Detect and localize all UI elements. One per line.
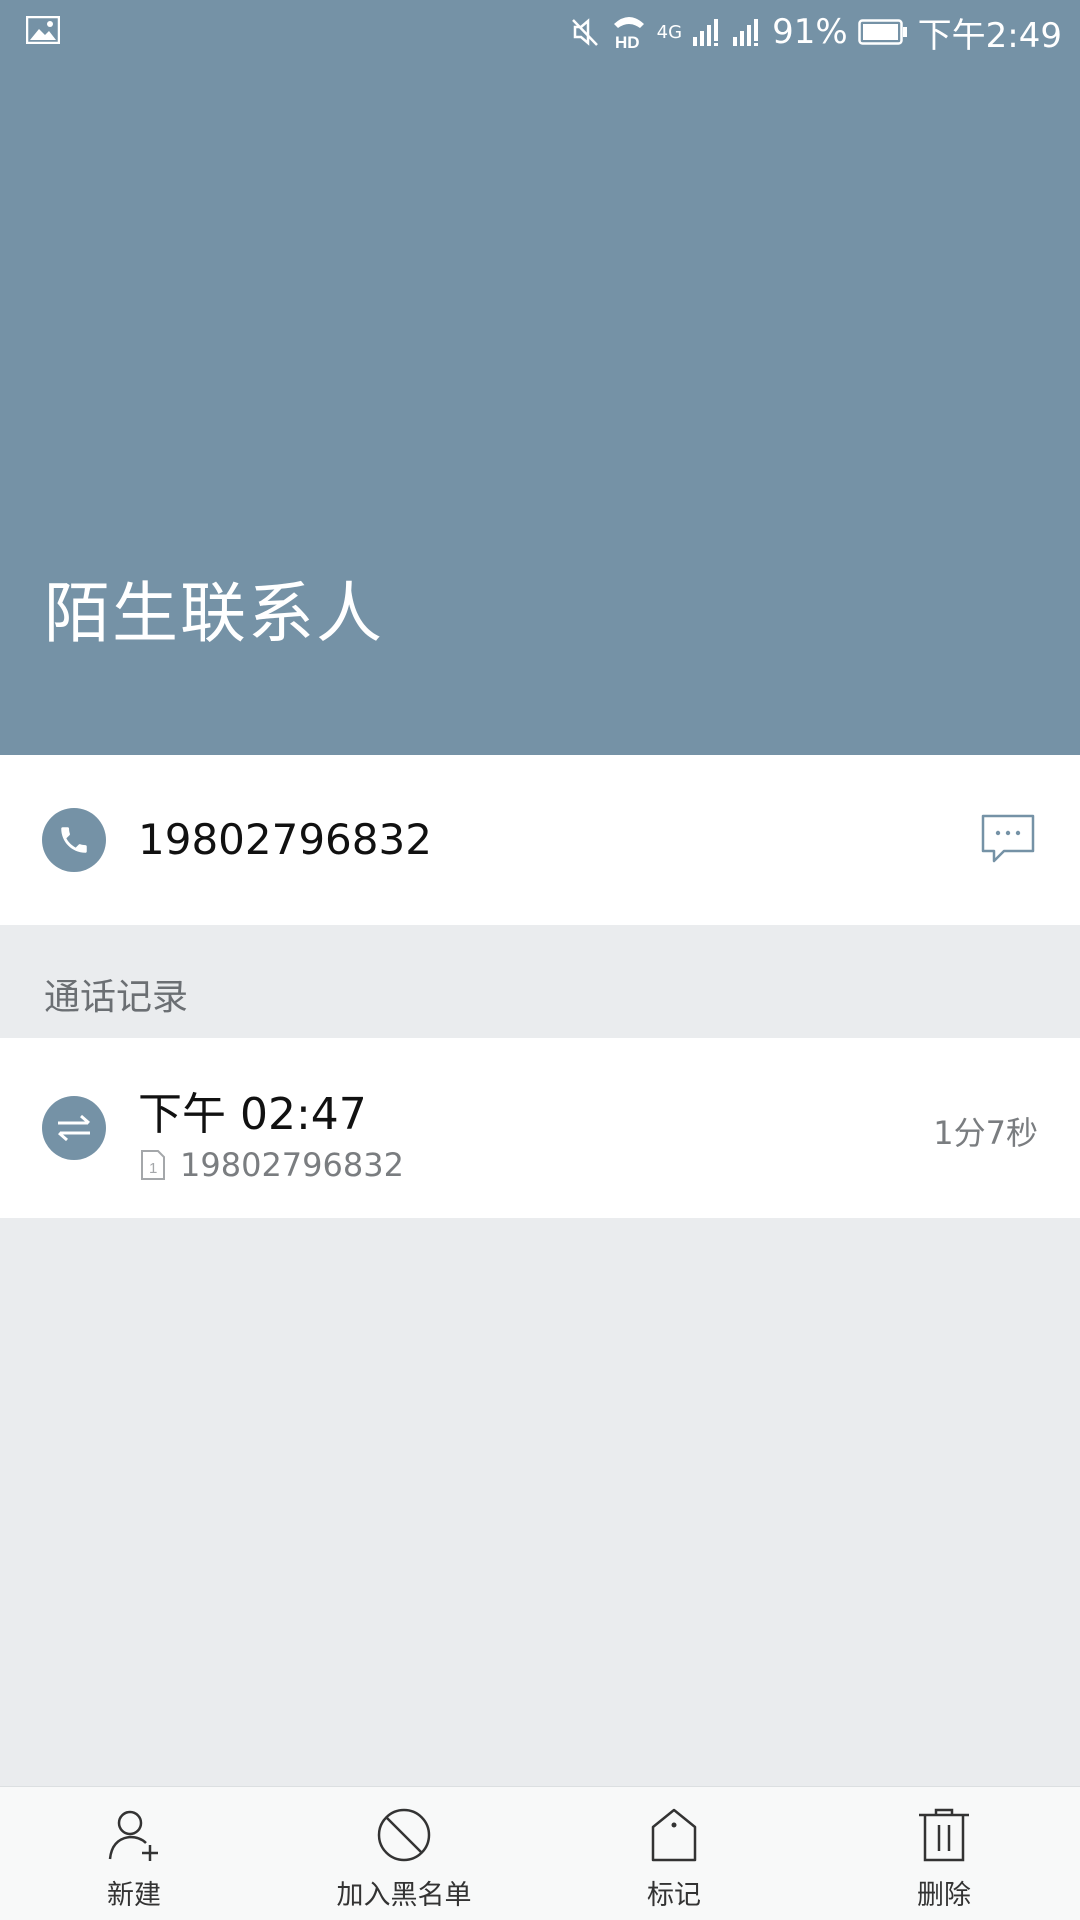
new-contact-button[interactable]: 新建 <box>34 1807 234 1917</box>
status-icons: HD 4G 91% 下午2:49 <box>571 6 1062 58</box>
blacklist-button[interactable]: 加入黑名单 <box>304 1807 504 1917</box>
contact-header: HD 4G 91% 下午2:49 陌生联系人 <box>0 0 1080 755</box>
signal-icon <box>693 19 719 46</box>
battery-percent: 91% <box>772 12 848 52</box>
battery-icon <box>857 19 907 45</box>
transfer-call-icon <box>58 1114 90 1142</box>
contact-name: 陌生联系人 <box>44 575 384 652</box>
delete-label: 删除 <box>917 1880 971 1911</box>
gallery-icon <box>26 16 60 44</box>
number-card[interactable]: 19802796832 <box>0 755 1080 925</box>
mute-icon <box>571 18 598 46</box>
phone-icon <box>61 827 87 853</box>
mark-button[interactable]: 标记 <box>574 1807 774 1917</box>
delete-button[interactable]: 删除 <box>844 1807 1044 1917</box>
call-duration: 1分7秒 <box>933 1114 1038 1152</box>
phone-number[interactable]: 19802796832 <box>138 815 432 864</box>
call-sim-info: 1 19802796832 <box>140 1146 404 1184</box>
tag-icon <box>651 1808 697 1862</box>
call-number: 19802796832 <box>180 1146 404 1184</box>
blacklist-label: 加入黑名单 <box>336 1880 472 1911</box>
call-records-title: 通话记录 <box>44 977 189 1018</box>
sim-label: 1 <box>149 1160 157 1177</box>
call-time: 下午 02:47 <box>138 1089 367 1140</box>
network-label: 4G <box>656 21 683 43</box>
mark-label: 标记 <box>647 1880 701 1911</box>
hd-call-icon: HD <box>613 17 644 52</box>
hd-label: HD <box>615 33 640 52</box>
bottom-action-bar: 新建 加入黑名单 标记 删除 <box>0 1786 1080 1920</box>
new-label: 新建 <box>107 1880 161 1911</box>
status-bar: HD 4G 91% 下午2:49 <box>0 0 1080 64</box>
block-icon <box>377 1808 431 1862</box>
signal-icon <box>733 19 759 46</box>
sim-card-icon: 1 <box>141 1150 165 1180</box>
clock: 下午2:49 <box>917 15 1062 56</box>
trash-icon <box>919 1808 969 1862</box>
call-record-item[interactable]: 下午 02:47 1 19802796832 1分7秒 <box>0 1038 1080 1218</box>
call-type-badge <box>42 1096 106 1160</box>
message-icon[interactable] <box>980 813 1036 865</box>
add-person-icon <box>108 1810 158 1861</box>
call-button[interactable] <box>42 808 106 872</box>
